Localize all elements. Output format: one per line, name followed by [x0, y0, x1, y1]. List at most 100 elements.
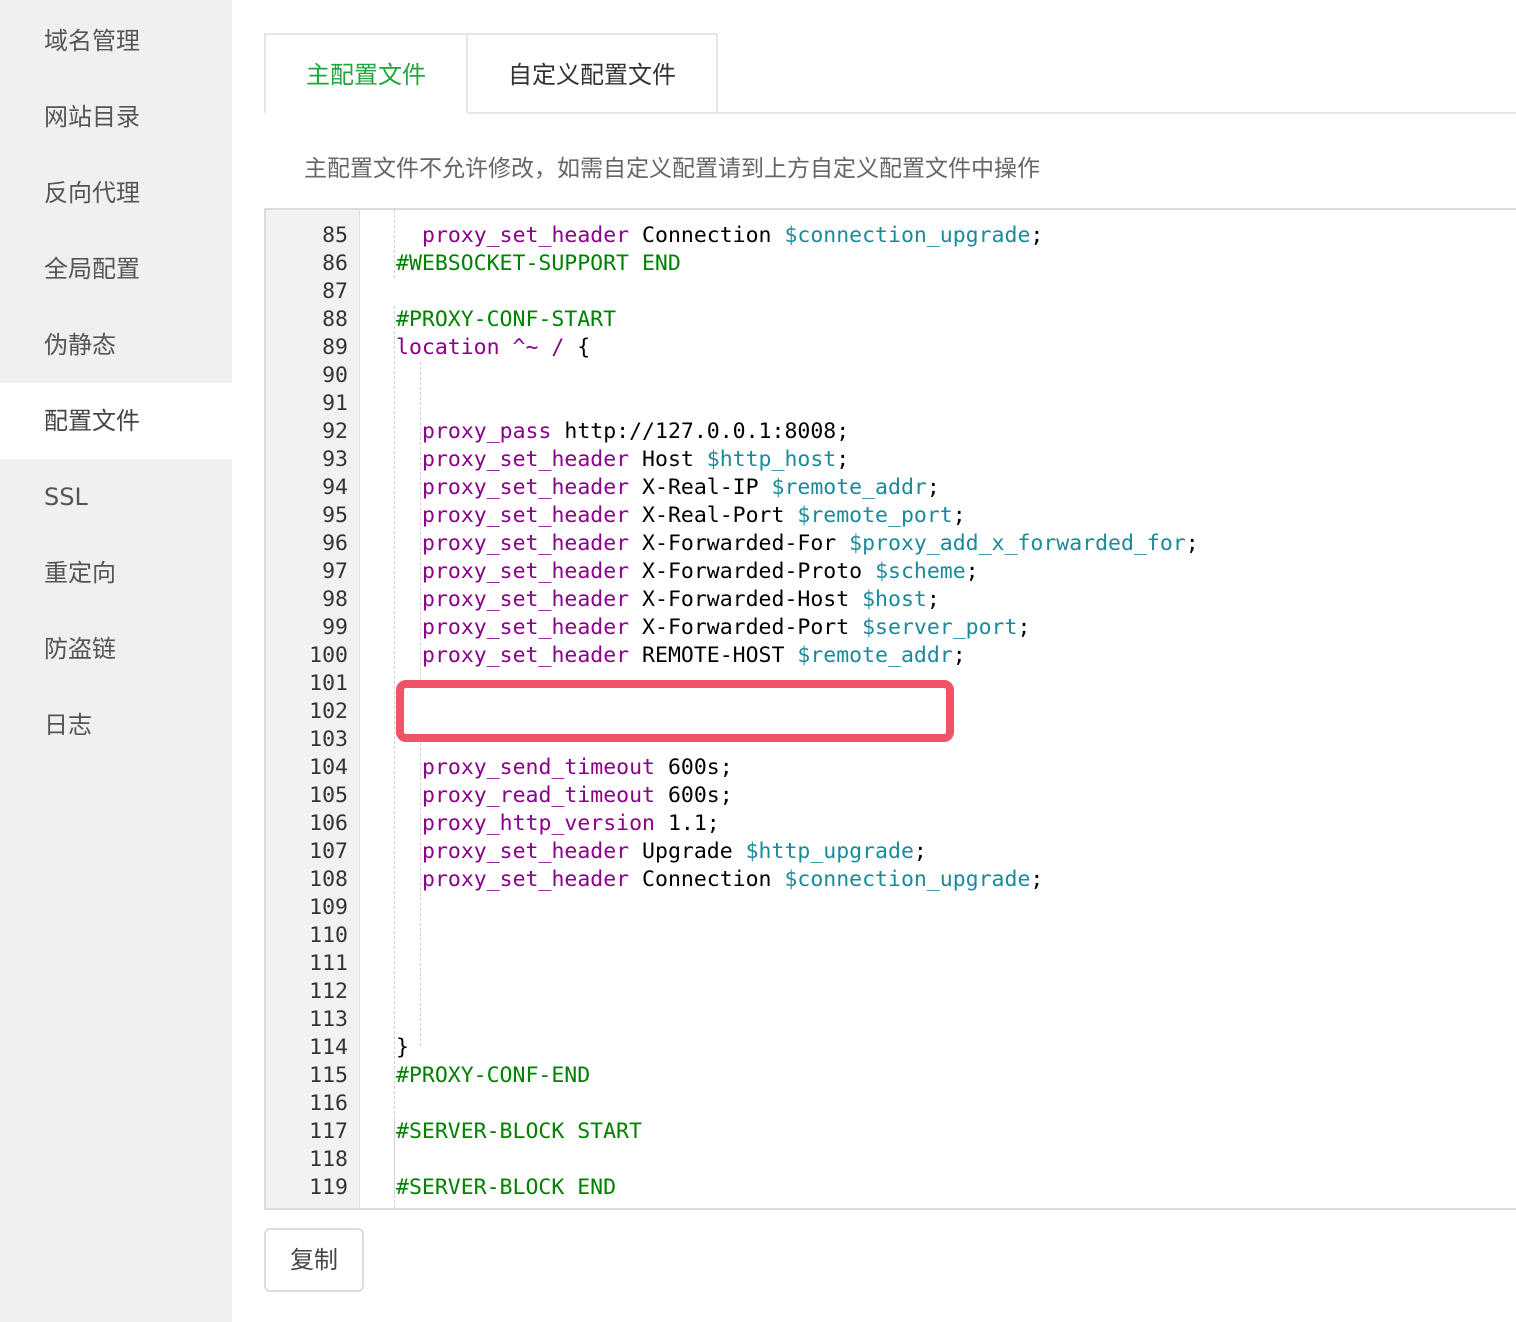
redacted-area — [410, 698, 940, 728]
code-line: 111 — [266, 950, 1516, 978]
code-line: 92 proxy_pass http://127.0.0.1:8008; — [266, 418, 1516, 446]
code-line: 87 — [266, 278, 1516, 306]
code-token: } — [396, 1035, 409, 1060]
code-token: proxy_set_header — [422, 447, 630, 472]
code-token: ; — [952, 643, 966, 668]
code-token: #SERVER-BLOCK END — [396, 1175, 617, 1200]
code-text: proxy_set_header X-Forwarded-Host $host; — [422, 586, 940, 614]
code-text: #SERVER-BLOCK END — [396, 1174, 616, 1202]
code-line: 93 proxy_set_header Host $http_host; — [266, 446, 1516, 474]
code-token: proxy_set_header — [422, 223, 630, 248]
code-token: proxy_set_header — [422, 503, 630, 528]
sidebar-item-site-directory[interactable]: 网站目录 — [0, 79, 232, 155]
code-token: { — [564, 335, 591, 360]
code-token: proxy_set_header — [422, 559, 630, 584]
readonly-notice: 主配置文件不允许修改，如需自定义配置请到上方自定义配置文件中操作 — [304, 156, 1040, 182]
code-line: 107 proxy_set_header Upgrade $http_upgrad… — [266, 838, 1516, 866]
code-token: Connection — [629, 867, 785, 892]
sidebar-item-logs[interactable]: 日志 — [0, 687, 232, 763]
code-text: #PROXY-CONF-START — [396, 306, 616, 334]
tab-main-config[interactable]: 主配置文件 — [264, 33, 468, 114]
code-token: ; — [1185, 531, 1199, 556]
line-number: 116 — [309, 1091, 348, 1116]
sidebar-item-global-config[interactable]: 全局配置 — [0, 231, 232, 307]
code-token: proxy_set_header — [422, 839, 630, 864]
code-line: 85 proxy_set_header Connection $connectio… — [266, 222, 1516, 250]
code-token: proxy_pass — [422, 419, 552, 444]
line-number: 89 — [322, 335, 348, 360]
code-line: 86 #WEBSOCKET-SUPPORT END — [266, 250, 1516, 278]
code-line: 96 proxy_set_header X-Forwarded-For $prox… — [266, 530, 1516, 558]
line-number: 92 — [322, 419, 348, 444]
code-token: 600s; — [655, 783, 733, 808]
code-text: proxy_set_header X-Forwarded-Port $serve… — [422, 614, 1030, 642]
code-token: ; — [926, 475, 940, 500]
code-line: 98 proxy_set_header X-Forwarded-Host $hos… — [266, 586, 1516, 614]
code-line: 112 — [266, 978, 1516, 1006]
line-number: 86 — [322, 251, 348, 276]
code-token: ; — [1030, 867, 1044, 892]
line-number: 108 — [309, 867, 348, 892]
line-number: 93 — [322, 447, 348, 472]
code-token: #PROXY-CONF-START — [396, 307, 617, 332]
code-text: #SERVER-BLOCK START — [396, 1118, 642, 1146]
line-number: 98 — [322, 587, 348, 612]
code-line: 113 — [266, 1006, 1516, 1034]
sidebar-item-domain[interactable]: 域名管理 — [0, 3, 232, 79]
code-token: X-Forwarded-Host — [629, 587, 863, 612]
code-token: location — [396, 335, 500, 360]
tab-custom-config[interactable]: 自定义配置文件 — [466, 33, 718, 114]
code-text: proxy_set_header Host $http_host; — [422, 446, 849, 474]
code-token: X-Forwarded-Proto — [629, 559, 876, 584]
code-token: X-Forwarded-For — [629, 531, 850, 556]
line-number: 114 — [309, 1035, 348, 1060]
line-number: 109 — [309, 895, 348, 920]
code-token: 1.1; — [655, 811, 720, 836]
line-number: 102 — [309, 699, 348, 724]
code-text: proxy_set_header X-Forwarded-Proto $sche… — [422, 558, 979, 586]
code-line: 94 proxy_set_header X-Real-IP $remote_add… — [266, 474, 1516, 502]
line-number: 90 — [322, 363, 348, 388]
sidebar-item-redirect[interactable]: 重定向 — [0, 535, 232, 611]
code-line: 105 proxy_read_timeout 600s; — [266, 782, 1516, 810]
code-line: 116 — [266, 1090, 1516, 1118]
sidebar-item-rewrite[interactable]: 伪静态 — [0, 307, 232, 383]
line-number: 118 — [309, 1147, 348, 1172]
code-text: proxy_set_header REMOTE-HOST $remote_add… — [422, 642, 966, 670]
code-line: 91 — [266, 390, 1516, 418]
code-token: $http_host — [706, 447, 837, 472]
code-line: 89 location ^~ / { — [266, 334, 1516, 362]
indent-guide — [394, 306, 395, 1194]
sidebar-item-hotlink[interactable]: 防盗链 — [0, 611, 232, 687]
code-line: 99 proxy_set_header X-Forwarded-Port $ser… — [266, 614, 1516, 642]
code-line: 88 #PROXY-CONF-START — [266, 306, 1516, 334]
code-line: 119 #SERVER-BLOCK END — [266, 1174, 1516, 1202]
sidebar-item-config-file[interactable]: 配置文件 — [0, 383, 232, 459]
code-token: proxy_http_version — [422, 811, 655, 836]
line-number: 96 — [322, 531, 348, 556]
code-token: $server_port — [862, 615, 1018, 640]
code-token: proxy_send_timeout — [422, 755, 655, 780]
line-number: 95 — [322, 503, 348, 528]
line-number: 101 — [309, 671, 348, 696]
code-text: proxy_set_header X-Real-IP $remote_addr; — [422, 474, 940, 502]
code-token: #SERVER-BLOCK START — [396, 1119, 642, 1144]
line-number: 94 — [322, 475, 348, 500]
code-token: Host — [629, 447, 707, 472]
line-number: 87 — [322, 279, 348, 304]
copy-button[interactable]: 复制 — [264, 1228, 364, 1292]
code-token: Upgrade — [629, 839, 746, 864]
line-number: 106 — [309, 811, 348, 836]
line-number: 111 — [309, 951, 348, 976]
sidebar-item-ssl[interactable]: SSL — [0, 459, 232, 535]
code-line: 90 — [266, 362, 1516, 390]
code-token: ; — [926, 587, 940, 612]
line-number: 110 — [309, 923, 348, 948]
indent-guide — [394, 210, 395, 278]
code-token: $remote_addr — [797, 643, 953, 668]
code-line-cut-top — [266, 210, 1516, 222]
sidebar-item-reverse-proxy[interactable]: 反向代理 — [0, 155, 232, 231]
code-text: } — [396, 1034, 409, 1062]
code-token: proxy_set_header — [422, 643, 630, 668]
line-number: 103 — [309, 727, 348, 752]
